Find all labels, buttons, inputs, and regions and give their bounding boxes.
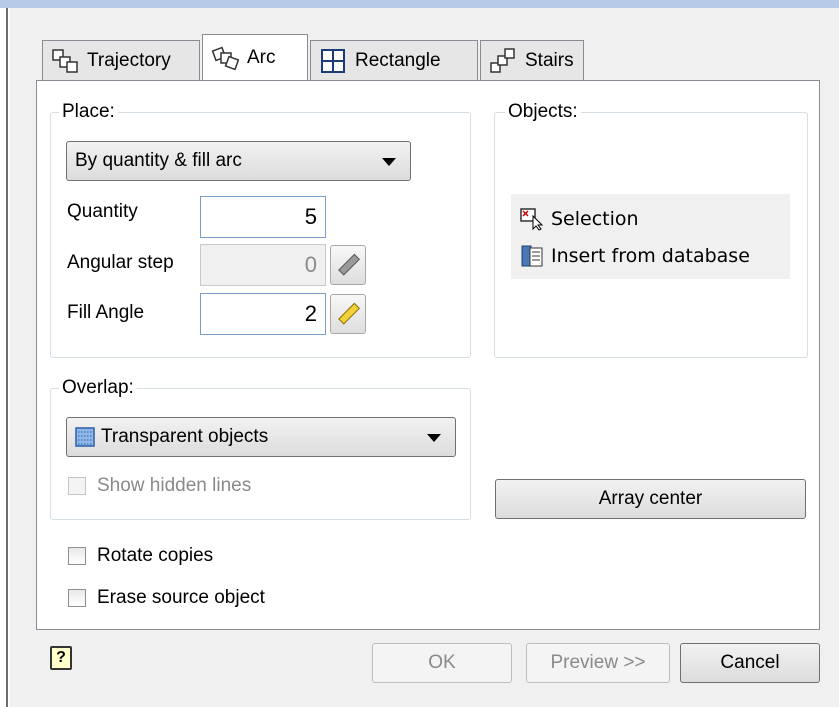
- overlap-mode-dropdown[interactable]: Transparent objects: [66, 417, 456, 457]
- tab-trajectory-label: Trajectory: [87, 49, 171, 71]
- chevron-down-icon: [427, 434, 441, 442]
- angular-step-label: Angular step: [67, 252, 174, 273]
- tab-rectangle[interactable]: Rectangle: [310, 40, 478, 80]
- quantity-label: Quantity: [67, 201, 138, 222]
- erase-source-label: Erase source object: [97, 587, 265, 608]
- stairs-icon: [490, 47, 515, 73]
- arc-array-icon: [211, 46, 239, 70]
- array-dialog: Trajectory Arc Rectangle Stairs Place: B…: [10, 8, 839, 707]
- place-mode-dropdown[interactable]: By quantity & fill arc: [66, 141, 411, 181]
- tab-rectangle-label: Rectangle: [355, 49, 441, 71]
- tab-stairs[interactable]: Stairs: [480, 40, 584, 80]
- preview-button: Preview >>: [526, 643, 670, 683]
- quantity-field[interactable]: 5: [200, 196, 326, 238]
- window-left-edge: [0, 8, 8, 707]
- fill-angle-label: Fill Angle: [67, 302, 145, 323]
- help-icon[interactable]: ?: [50, 646, 72, 670]
- rectangle-grid-icon: [321, 48, 345, 73]
- insert-from-database-label: Insert from database: [551, 245, 750, 267]
- show-hidden-lines-checkbox: [68, 477, 86, 495]
- show-hidden-lines-label: Show hidden lines: [97, 475, 252, 496]
- objects-group-label: Objects:: [505, 101, 581, 123]
- objects-list: Selection Insert from database: [511, 194, 790, 279]
- rotate-copies-checkbox[interactable]: [68, 547, 86, 565]
- ruler-pick-icon: [338, 302, 360, 325]
- tab-arc[interactable]: Arc: [202, 34, 308, 80]
- trajectory-icon: [52, 48, 78, 73]
- fill-angle-pick-button[interactable]: [330, 294, 366, 334]
- rotate-copies-label: Rotate copies: [97, 545, 214, 566]
- overlap-mode-value: Transparent objects: [101, 426, 269, 447]
- fill-angle-field[interactable]: 2: [200, 293, 326, 335]
- cancel-button[interactable]: Cancel: [680, 643, 820, 683]
- insert-from-database-item[interactable]: Insert from database: [519, 241, 750, 271]
- angular-step-pick-button: [330, 245, 366, 285]
- window-top-strip: [0, 0, 839, 8]
- chevron-down-icon: [382, 158, 396, 166]
- selection-cursor-icon: [520, 208, 544, 231]
- ok-button: OK: [372, 643, 512, 683]
- place-mode-value: By quantity & fill arc: [75, 150, 242, 171]
- erase-source-checkbox[interactable]: [68, 589, 86, 607]
- tab-arc-label: Arc: [247, 46, 276, 68]
- place-group-label: Place:: [59, 101, 118, 123]
- array-center-button[interactable]: Array center: [495, 479, 806, 519]
- transparent-objects-icon: [75, 427, 95, 447]
- tab-trajectory[interactable]: Trajectory: [42, 40, 200, 80]
- selection-label: Selection: [551, 208, 639, 230]
- tab-panel-arc: Place: By quantity & fill arc Quantity 5…: [36, 80, 820, 630]
- ruler-pick-icon: [338, 253, 360, 276]
- database-insert-icon: [521, 245, 543, 267]
- tab-stairs-label: Stairs: [525, 49, 574, 71]
- selection-item[interactable]: Selection: [519, 204, 639, 234]
- angular-step-field: 0: [200, 244, 326, 286]
- overlap-group-label: Overlap:: [59, 377, 137, 399]
